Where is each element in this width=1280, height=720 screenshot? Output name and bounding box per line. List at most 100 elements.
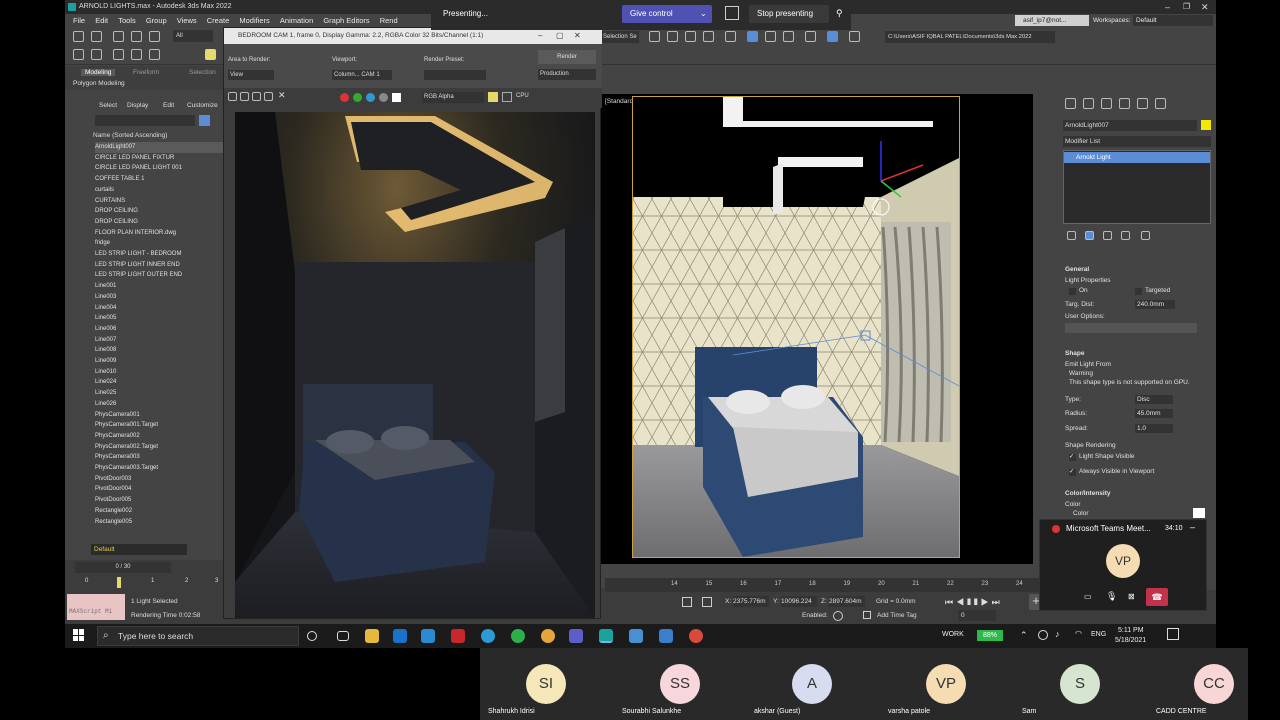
menu-file[interactable]: File: [73, 14, 85, 27]
project-path[interactable]: C:\Users\ASIF IQBAL PATEL\Documents\3ds …: [885, 31, 1055, 43]
filter-icon[interactable]: [199, 115, 210, 126]
scene-list-item[interactable]: PivotDoor003: [95, 474, 223, 485]
scale-icon[interactable]: [149, 49, 160, 60]
hidden-icons-chevron[interactable]: ⌃: [1020, 630, 1028, 641]
green-channel-icon[interactable]: [353, 93, 362, 102]
selection-lock-toggle-icon[interactable]: [702, 597, 712, 607]
scene-list-item[interactable]: ArnoldLight007: [95, 142, 223, 153]
render-maximize-icon[interactable]: ▢: [556, 28, 564, 44]
scene-list-item[interactable]: PhysCamera002.Target: [95, 442, 223, 453]
teams-meeting-popup[interactable]: Microsoft Teams Meet... 34:10 – VP ▭ 🎙︎ …: [1039, 519, 1207, 611]
red-channel-icon[interactable]: [340, 93, 349, 102]
minimize-icon[interactable]: –: [1165, 0, 1170, 14]
scene-list-item[interactable]: PhysCamera002: [95, 431, 223, 442]
cortana-icon[interactable]: [307, 631, 317, 641]
render-preset-dropdown[interactable]: [424, 70, 486, 80]
blue-channel-icon[interactable]: [366, 93, 375, 102]
undo-icon[interactable]: [73, 31, 84, 42]
move-icon[interactable]: [113, 49, 124, 60]
scene-list-item[interactable]: Line010: [95, 367, 223, 378]
participant-avatar[interactable]: A: [792, 664, 832, 704]
teams-icon[interactable]: [569, 629, 583, 643]
alpha-channel-icon[interactable]: [379, 93, 388, 102]
display-toggle-icon[interactable]: [488, 92, 498, 102]
copy-image-icon[interactable]: [240, 92, 249, 101]
remove-modifier-icon[interactable]: [1121, 231, 1130, 240]
popup-minimize-icon[interactable]: –: [1190, 522, 1195, 532]
render-setup-icon[interactable]: [805, 31, 816, 42]
stop-presenting-button[interactable]: Stop presenting: [749, 5, 829, 23]
edge-icon[interactable]: [481, 629, 495, 643]
pin-stack-icon[interactable]: [1067, 231, 1076, 240]
toggle-ribbon-icon[interactable]: [725, 31, 736, 42]
maximize-icon[interactable]: ❐: [1183, 0, 1190, 14]
camera-off-icon[interactable]: ▭: [1084, 592, 1092, 601]
close-icon[interactable]: ✕: [1201, 0, 1209, 14]
scene-list-item[interactable]: COFFEE TABLE 1: [95, 174, 223, 185]
file-explorer-icon[interactable]: [365, 629, 379, 643]
select-object-icon[interactable]: [73, 49, 84, 60]
menu-animation[interactable]: Animation: [280, 14, 313, 27]
always-visible-checkbox[interactable]: ✓: [1069, 469, 1076, 476]
curve-editor-icon[interactable]: [747, 31, 758, 42]
render-close-icon[interactable]: ✕: [574, 28, 581, 44]
scene-menu-select[interactable]: Select: [99, 102, 117, 109]
scene-list-item[interactable]: Rectangle002: [95, 506, 223, 517]
type-dropdown[interactable]: Disc: [1135, 395, 1173, 404]
scene-list-item[interactable]: Line008: [95, 345, 223, 356]
volume-icon[interactable]: ♪: [1055, 629, 1060, 639]
scene-menu-display[interactable]: Display: [127, 102, 148, 109]
scene-list-item[interactable]: Line009: [95, 356, 223, 367]
whatsapp-icon[interactable]: [511, 629, 525, 643]
scene-list-item[interactable]: PhysCamera003: [95, 452, 223, 463]
menu-create[interactable]: Create: [207, 14, 230, 27]
shape-rollout-title[interactable]: Shape: [1065, 350, 1085, 357]
color-intensity-title[interactable]: Color/Intensity: [1065, 490, 1111, 497]
user-account[interactable]: asif_ip7@not...: [1015, 15, 1089, 26]
light-shape-visible-checkbox[interactable]: ✓: [1069, 454, 1076, 461]
targeted-checkbox[interactable]: [1135, 288, 1142, 295]
production-dropdown[interactable]: Production: [538, 69, 596, 80]
bind-space-warp-icon[interactable]: [149, 31, 160, 42]
z-coordinate[interactable]: 2897.604m: [829, 596, 865, 607]
menu-group[interactable]: Group: [146, 14, 167, 27]
hang-up-button[interactable]: ☎: [1146, 588, 1168, 606]
menu-views[interactable]: Views: [177, 14, 197, 27]
render-minimize-icon[interactable]: –: [538, 28, 542, 44]
time-tag-icon[interactable]: [863, 611, 871, 619]
hierarchy-panel-icon[interactable]: [1101, 98, 1112, 109]
menu-graph-editors[interactable]: Graph Editors: [323, 14, 369, 27]
mail-icon[interactable]: [393, 629, 407, 643]
participant-avatar[interactable]: SS: [660, 664, 700, 704]
scene-list-item[interactable]: fridge: [95, 238, 223, 249]
utilities-panel-icon[interactable]: [1155, 98, 1166, 109]
light-color-swatch[interactable]: [1193, 508, 1205, 518]
adaptive-degradation-icon[interactable]: [833, 611, 843, 621]
participant-avatar[interactable]: VP: [926, 664, 966, 704]
participant-avatar[interactable]: CC: [1194, 664, 1234, 704]
spread-field[interactable]: 1.0: [1135, 424, 1173, 433]
polygon-modeling-label[interactable]: Polygon Modeling: [73, 80, 125, 87]
scene-list-item[interactable]: Line025: [95, 388, 223, 399]
scene-list-item[interactable]: LED STRIP LIGHT OUTER END: [95, 270, 223, 281]
scene-list-item[interactable]: Line026: [95, 399, 223, 410]
isolate-selection-icon[interactable]: [682, 597, 692, 607]
scene-list-item[interactable]: FLOOR PLAN INTERIOR.dwg: [95, 228, 223, 239]
channel-display-dropdown[interactable]: RGB Alpha: [422, 92, 484, 103]
selection-filter-dropdown[interactable]: All: [173, 30, 213, 42]
y-coordinate[interactable]: 10096.224: [781, 596, 817, 607]
scene-list-item[interactable]: Rectangle005: [95, 517, 223, 528]
targ-dist-field[interactable]: 240.0mm: [1135, 300, 1175, 309]
task-view-icon[interactable]: [337, 631, 349, 641]
render-button[interactable]: Render: [538, 50, 596, 64]
3dsmax-taskbar-icon[interactable]: [599, 629, 613, 643]
rotate-icon[interactable]: [131, 49, 142, 60]
work-label[interactable]: WORK: [942, 631, 964, 638]
maxscript-listener[interactable]: MAXScript Mi: [67, 594, 125, 620]
show-end-result-icon[interactable]: [1085, 231, 1094, 240]
share-screen-icon[interactable]: [725, 6, 739, 20]
battery-indicator[interactable]: 88%: [977, 630, 1003, 641]
clock-time[interactable]: 5:11 PM: [1118, 627, 1144, 634]
display-panel-icon[interactable]: [1137, 98, 1148, 109]
taskbar-search[interactable]: ⌕ Type here to search: [97, 626, 299, 646]
